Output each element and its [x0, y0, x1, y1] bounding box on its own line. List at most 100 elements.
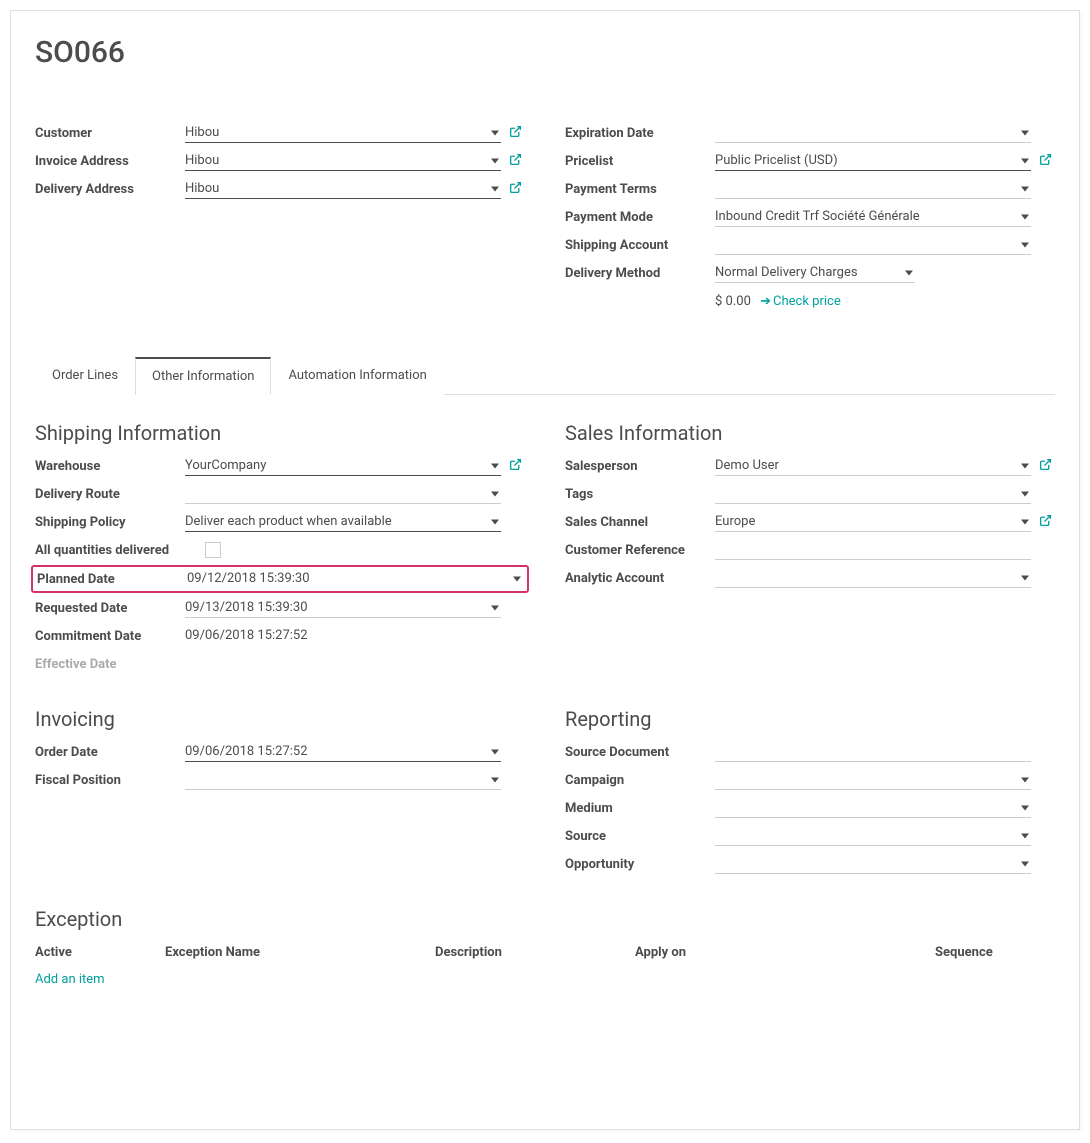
caret-down-icon[interactable]: [1021, 805, 1029, 810]
caret-down-icon[interactable]: [491, 777, 499, 782]
planned-date-value: 09/12/2018 15:39:30: [187, 571, 310, 586]
external-link-icon[interactable]: [505, 181, 525, 198]
opportunity-label: Opportunity: [565, 857, 715, 872]
analytic-account-input[interactable]: [715, 568, 1031, 588]
expiration-date-label: Expiration Date: [565, 126, 715, 141]
caret-down-icon[interactable]: [1021, 186, 1029, 191]
commitment-date-value: 09/06/2018 15:27:52: [185, 626, 525, 646]
caret-down-icon[interactable]: [491, 519, 499, 524]
caret-down-icon[interactable]: [1021, 861, 1029, 866]
tab-automation-information[interactable]: Automation Information: [271, 357, 443, 395]
shipping-account-input[interactable]: [715, 235, 1031, 255]
salesperson-input[interactable]: Demo User: [715, 456, 1031, 476]
customer-reference-label: Customer Reference: [565, 543, 715, 558]
source-document-input[interactable]: [715, 742, 1031, 762]
caret-down-icon[interactable]: [1021, 777, 1029, 782]
salesperson-value: Demo User: [715, 458, 779, 473]
external-link-icon[interactable]: [1035, 153, 1055, 170]
warehouse-input[interactable]: YourCompany: [185, 456, 501, 476]
external-link-icon[interactable]: [505, 458, 525, 475]
external-link-icon[interactable]: [505, 125, 525, 142]
caret-down-icon[interactable]: [491, 605, 499, 610]
caret-down-icon[interactable]: [1021, 575, 1029, 580]
delivery-price-amount: $ 0.00: [715, 294, 751, 309]
payment-terms-input[interactable]: [715, 179, 1031, 199]
requested-date-label: Requested Date: [35, 601, 185, 616]
tab-order-lines[interactable]: Order Lines: [35, 357, 135, 395]
caret-down-icon[interactable]: [1021, 833, 1029, 838]
campaign-label: Campaign: [565, 773, 715, 788]
customer-input[interactable]: Hibou: [185, 123, 501, 143]
source-document-label: Source Document: [565, 745, 715, 760]
header-fields: Customer Hibou Invoice Address Hibou: [35, 120, 1055, 316]
page-title: SO066: [35, 35, 1055, 70]
delivery-address-value: Hibou: [185, 181, 219, 196]
caret-down-icon[interactable]: [1021, 491, 1029, 496]
caret-down-icon[interactable]: [491, 130, 499, 135]
pricelist-value: Public Pricelist (USD): [715, 153, 838, 168]
caret-down-icon[interactable]: [513, 577, 521, 582]
planned-date-input[interactable]: 09/12/2018 15:39:30: [187, 569, 523, 589]
delivery-method-input[interactable]: Normal Delivery Charges: [715, 263, 915, 283]
invoicing-heading: Invoicing: [35, 707, 525, 731]
salesperson-label: Salesperson: [565, 459, 715, 474]
form-sheet: SO066 Customer Hibou Invoice Address Hib…: [10, 10, 1080, 1130]
source-input[interactable]: [715, 826, 1031, 846]
caret-down-icon[interactable]: [1021, 130, 1029, 135]
external-link-icon[interactable]: [1035, 514, 1055, 531]
fiscal-position-input[interactable]: [185, 770, 501, 790]
delivery-route-input[interactable]: [185, 484, 501, 504]
caret-down-icon[interactable]: [1021, 158, 1029, 163]
shipping-policy-input[interactable]: Deliver each product when available: [185, 512, 501, 532]
customer-value: Hibou: [185, 125, 219, 140]
order-date-value: 09/06/2018 15:27:52: [185, 744, 308, 759]
sales-channel-input[interactable]: Europe: [715, 512, 1031, 532]
shipping-info-heading: Shipping Information: [35, 421, 525, 445]
col-active: Active: [35, 945, 165, 960]
invoice-address-value: Hibou: [185, 153, 219, 168]
expiration-date-input[interactable]: [715, 123, 1031, 143]
caret-down-icon[interactable]: [491, 186, 499, 191]
payment-terms-label: Payment Terms: [565, 182, 715, 197]
invoice-address-input[interactable]: Hibou: [185, 151, 501, 171]
caret-down-icon[interactable]: [491, 463, 499, 468]
campaign-input[interactable]: [715, 770, 1031, 790]
pricelist-label: Pricelist: [565, 154, 715, 169]
col-exception-name: Exception Name: [165, 945, 435, 960]
reporting-heading: Reporting: [565, 707, 1055, 731]
all-quantities-delivered-checkbox[interactable]: [205, 542, 221, 558]
shipping-policy-value: Deliver each product when available: [185, 514, 392, 529]
warehouse-label: Warehouse: [35, 459, 185, 474]
opportunity-input[interactable]: [715, 854, 1031, 874]
fiscal-position-label: Fiscal Position: [35, 773, 185, 788]
caret-down-icon[interactable]: [1021, 463, 1029, 468]
caret-down-icon[interactable]: [491, 749, 499, 754]
external-link-icon[interactable]: [1035, 458, 1055, 475]
medium-input[interactable]: [715, 798, 1031, 818]
delivery-address-input[interactable]: Hibou: [185, 179, 501, 199]
col-apply-on: Apply on: [635, 945, 935, 960]
payment-mode-label: Payment Mode: [565, 210, 715, 225]
delivery-route-label: Delivery Route: [35, 487, 185, 502]
caret-down-icon[interactable]: [1021, 242, 1029, 247]
external-link-icon[interactable]: [505, 153, 525, 170]
planned-date-label: Planned Date: [37, 572, 187, 587]
tab-other-information[interactable]: Other Information: [135, 357, 271, 395]
requested-date-input[interactable]: 09/13/2018 15:39:30: [185, 598, 501, 618]
caret-down-icon[interactable]: [491, 158, 499, 163]
caret-down-icon[interactable]: [1021, 519, 1029, 524]
check-price-link[interactable]: ➔Check price: [760, 294, 841, 309]
pricelist-input[interactable]: Public Pricelist (USD): [715, 151, 1031, 171]
caret-down-icon[interactable]: [905, 270, 913, 275]
tags-input[interactable]: [715, 484, 1031, 504]
order-date-label: Order Date: [35, 745, 185, 760]
payment-mode-input[interactable]: Inbound Credit Trf Société Générale: [715, 207, 1031, 227]
requested-date-value: 09/13/2018 15:39:30: [185, 600, 308, 615]
add-an-item-link[interactable]: Add an item: [35, 966, 1055, 993]
order-date-input[interactable]: 09/06/2018 15:27:52: [185, 742, 501, 762]
caret-down-icon[interactable]: [491, 491, 499, 496]
customer-reference-input[interactable]: [715, 540, 1031, 560]
caret-down-icon[interactable]: [1021, 214, 1029, 219]
arrow-right-icon: ➔: [760, 294, 771, 309]
medium-label: Medium: [565, 801, 715, 816]
